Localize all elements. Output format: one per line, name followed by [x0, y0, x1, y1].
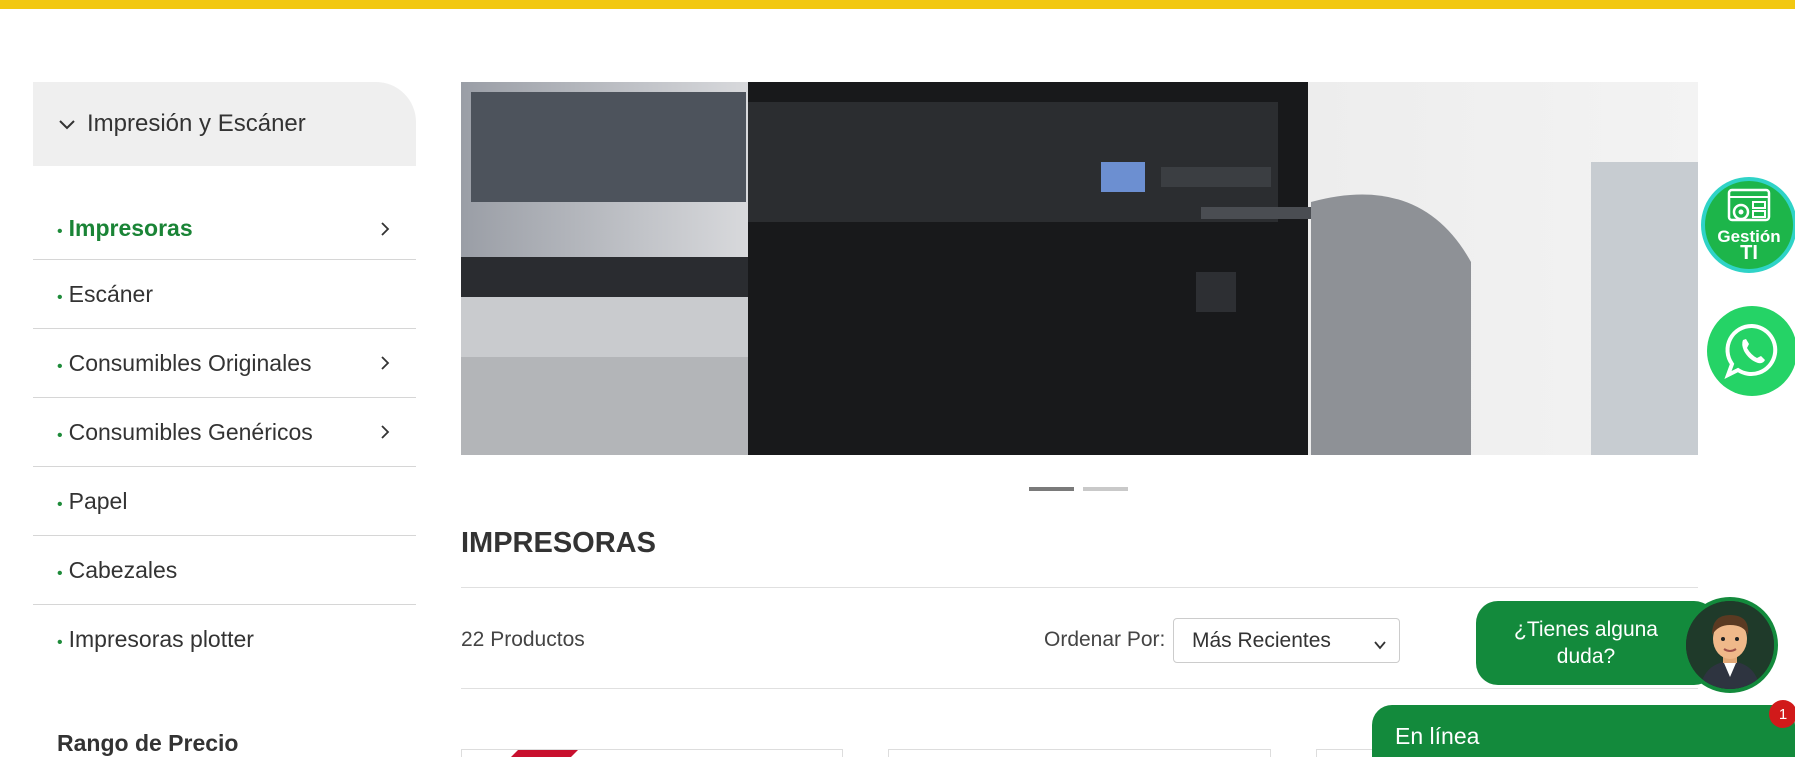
- gestion-line-2: TI: [1740, 242, 1758, 264]
- category-item-label: Consumibles Genéricos: [68, 418, 313, 445]
- product-card[interactable]: [1316, 749, 1376, 757]
- sort-select[interactable]: Más Recientes: [1173, 618, 1400, 663]
- online-label: En línea: [1395, 723, 1480, 749]
- category-sidebar: Impresión y Escáner • Impresoras • Escáner…: [33, 82, 416, 674]
- chat-prompt-bubble[interactable]: ¿Tienes alguna duda?: [1476, 601, 1716, 685]
- hero-banner-image[interactable]: [461, 82, 1698, 455]
- category-item-label: Papel: [68, 487, 128, 514]
- bullet: •: [57, 634, 63, 651]
- bullet: •: [57, 288, 63, 306]
- category-item-label: Impresoras: [68, 215, 193, 241]
- carousel-dot-2[interactable]: [1083, 487, 1128, 491]
- bullet: •: [57, 564, 63, 582]
- chat-prompt-line-1: ¿Tienes alguna: [1514, 618, 1658, 641]
- category-item-label: Cabezales: [68, 556, 178, 583]
- category-item-label: Consumibles Originales: [68, 349, 312, 376]
- carousel-indicators: [1029, 487, 1128, 491]
- divider: [461, 688, 1698, 689]
- category-item-papel[interactable]: • Papel: [33, 467, 416, 536]
- notification-badge: 1: [1769, 700, 1795, 728]
- category-item-escaner[interactable]: • Escáner: [33, 260, 416, 329]
- category-item-cabezales[interactable]: • Cabezales: [33, 536, 416, 605]
- product-count: 22 Productos: [461, 628, 585, 651]
- chevron-right-icon: [378, 221, 392, 236]
- page-title: IMPRESORAS: [461, 527, 656, 559]
- agent-avatar[interactable]: [1682, 597, 1778, 693]
- divider: [461, 587, 1698, 588]
- carousel-dot-1[interactable]: [1029, 487, 1074, 491]
- category-item-consumibles-originales[interactable]: • Consumibles Originales: [33, 329, 416, 398]
- whatsapp-button[interactable]: [1707, 306, 1795, 396]
- category-item-label: Escáner: [68, 280, 153, 307]
- category-title: Impresión y Escáner: [87, 110, 306, 137]
- chevron-right-icon: [378, 356, 392, 370]
- whatsapp-icon: [1724, 323, 1778, 380]
- chevron-right-icon: [378, 425, 392, 439]
- top-accent-bar: [0, 0, 1795, 9]
- settings-window-icon: [1727, 188, 1771, 222]
- category-item-impresoras-plotter[interactable]: • Impresoras plotter: [33, 605, 416, 674]
- bullet: •: [57, 223, 63, 240]
- bullet: •: [57, 357, 63, 375]
- chevron-down-icon: [57, 114, 77, 134]
- category-item-impresoras[interactable]: • Impresoras: [33, 198, 416, 260]
- category-item-consumibles-genericos[interactable]: • Consumibles Genéricos: [33, 398, 416, 467]
- sort-selected-value: Más Recientes: [1192, 628, 1331, 652]
- product-card[interactable]: [888, 749, 1271, 757]
- category-header[interactable]: Impresión y Escáner: [33, 82, 416, 166]
- bullet: •: [57, 426, 63, 444]
- category-list: • Impresoras • Escáner • Consumibles Origin…: [33, 198, 416, 674]
- chat-prompt-line-2: duda?: [1556, 645, 1616, 668]
- category-item-label: Impresoras plotter: [68, 626, 254, 652]
- chevron-down-icon: [1373, 634, 1387, 658]
- gestion-ti-button[interactable]: Gestión TI: [1701, 177, 1795, 273]
- product-card[interactable]: [461, 749, 843, 757]
- sort-label: Ordenar Por:: [1044, 628, 1166, 651]
- sale-ribbon-icon: [511, 750, 578, 757]
- online-chat-tab[interactable]: En línea: [1372, 705, 1795, 757]
- price-range-title: Rango de Precio: [57, 730, 239, 756]
- bullet: •: [57, 495, 63, 513]
